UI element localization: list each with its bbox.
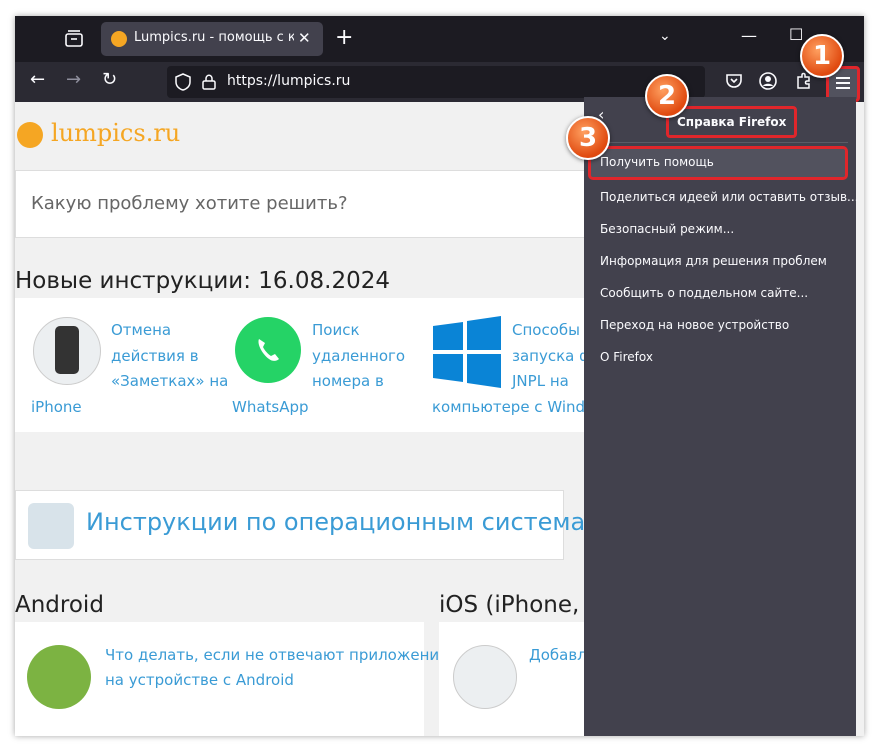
chevron-down-icon[interactable]: ⌄: [659, 28, 671, 44]
menu-item-troubleshoot-mode[interactable]: Безопасный режим...: [600, 222, 734, 236]
tab-bar: Lumpics.ru - помощь с компь ✕ + ⌄ — ☐: [15, 16, 864, 62]
step-marker-3: 3: [566, 116, 610, 160]
site-search-input[interactable]: Какую проблему хотите решить?: [15, 170, 617, 238]
iphone-icon[interactable]: [453, 645, 517, 709]
url-bar[interactable]: https://lumpics.ru: [167, 66, 705, 98]
step-marker-1: 1: [800, 34, 844, 78]
android-card: Что делать, если не отвечают приложения …: [15, 622, 448, 736]
favicon-orange-icon: [111, 31, 127, 47]
tab-list-icon[interactable]: [63, 28, 85, 50]
card-link-line[interactable]: Отмена: [111, 318, 171, 344]
menu-separator: [592, 142, 848, 143]
menu-item-get-help[interactable]: Получить помощь: [588, 146, 848, 180]
navigation-bar: ← → ↻ https://lumpics.ru: [15, 62, 864, 102]
forward-arrow-icon[interactable]: →: [66, 69, 81, 90]
ios-card: Добавл: [439, 622, 599, 736]
url-text: https://lumpics.ru: [227, 73, 351, 89]
orange-logo-icon: [17, 122, 43, 148]
maximize-icon[interactable]: ☐: [789, 25, 803, 44]
card-link-line[interactable]: Способы: [512, 318, 580, 344]
android-article-link[interactable]: на устройстве с Android: [105, 668, 294, 693]
close-icon[interactable]: ✕: [298, 29, 311, 47]
minimize-icon[interactable]: —: [741, 26, 757, 45]
plus-icon[interactable]: +: [335, 25, 353, 50]
ios-article-link[interactable]: Добавл: [529, 643, 587, 668]
android-icon[interactable]: [27, 645, 91, 709]
ios-windows-android-icon: [28, 503, 74, 549]
new-instructions-heading: Новые инструкции: 16.08.2024: [15, 268, 390, 294]
reload-icon[interactable]: ↻: [102, 69, 117, 90]
help-menu-title: Справка Firefox: [666, 106, 798, 138]
tab-lumpics[interactable]: Lumpics.ru - помощь с компь ✕: [101, 22, 323, 56]
logo-text: lumpics.ru: [51, 119, 181, 147]
os-instructions-banner[interactable]: Инструкции по операционным системам: [15, 490, 603, 560]
iphone-notes-icon[interactable]: [33, 317, 101, 385]
pocket-icon[interactable]: [724, 71, 744, 91]
card-link-line[interactable]: номера в: [312, 369, 384, 395]
os-instructions-title: Инструкции по операционным системам: [86, 508, 604, 536]
menu-item-about-firefox[interactable]: О Firefox: [600, 350, 653, 364]
whatsapp-icon[interactable]: [235, 317, 301, 383]
card-link-line[interactable]: удаленного: [312, 344, 405, 370]
menu-item-label: Получить помощь: [600, 155, 714, 169]
menu-item-troubleshooting-info[interactable]: Информация для решения проблем: [600, 254, 827, 268]
back-arrow-icon[interactable]: ←: [30, 69, 45, 90]
windows-logo-icon[interactable]: [431, 316, 503, 388]
ios-section-title: iOS (iPhone, iP: [439, 592, 607, 618]
card-link-line[interactable]: Поиск: [312, 318, 360, 344]
card-link-line[interactable]: iPhone: [31, 395, 82, 421]
lock-icon[interactable]: [202, 74, 216, 90]
android-article-link[interactable]: Что делать, если не отвечают приложения: [105, 643, 448, 668]
tab-title: Lumpics.ru - помощь с компь: [134, 30, 294, 45]
card-link-line[interactable]: WhatsApp: [232, 395, 309, 421]
menu-item-switch-device[interactable]: Переход на новое устройство: [600, 318, 789, 332]
card-link-line[interactable]: JNPL на: [512, 369, 569, 395]
card-link-line[interactable]: компьютере с Windo: [432, 395, 594, 421]
android-section-title: Android: [15, 592, 104, 618]
shield-icon[interactable]: [175, 73, 191, 91]
menu-item-report-deceptive-site[interactable]: Сообщить о поддельном сайте...: [600, 286, 808, 300]
card-link-line[interactable]: «Заметках» на: [111, 369, 228, 395]
help-menu-panel: ‹ Справка Firefox Получить помощь Подели…: [584, 97, 859, 736]
step-marker-2: 2: [645, 74, 689, 118]
new-instructions-cards: Отмена действия в «Заметках» на iPhone П…: [15, 298, 615, 432]
search-placeholder: Какую проблему хотите решить?: [31, 193, 348, 214]
menu-item-share-ideas[interactable]: Поделиться идеей или оставить отзыв...: [600, 190, 859, 204]
card-link-line[interactable]: действия в: [111, 344, 199, 370]
browser-window: Lumpics.ru - помощь с компь ✕ + ⌄ — ☐ ← …: [15, 16, 864, 736]
account-icon[interactable]: [758, 71, 778, 91]
